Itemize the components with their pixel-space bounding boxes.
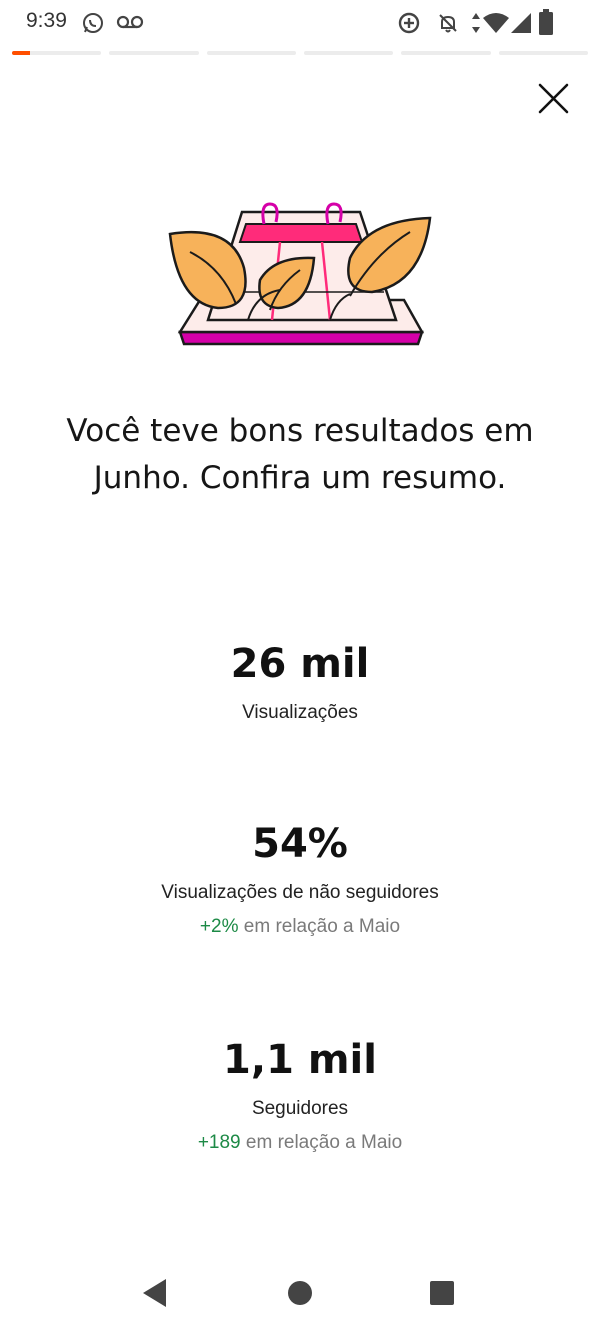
progress-segment [12,51,102,55]
stat-views: 26 mil Visualizações [0,640,600,724]
stat-label: Seguidores [251,1098,349,1119]
signal-icon [510,12,532,38]
recents-icon [430,1281,454,1305]
story-progress-bar [12,51,588,55]
data-arrows-icon [470,11,482,39]
stat-value: 54% [252,821,348,867]
notifications-off-icon [436,11,460,39]
stat-delta: +2% [199,916,239,937]
stat-label: Visualizações [242,702,358,723]
home-button[interactable] [287,1280,313,1306]
recents-button[interactable] [429,1280,455,1306]
close-button[interactable] [532,78,574,120]
summary-headline: Você teve bons resultados em Junho. Conf… [66,413,534,496]
stat-value: 1,1 mil [223,1037,377,1083]
progress-segment [109,51,199,55]
stat-delta: +189 [197,1132,241,1153]
status-time: 9:39 [26,9,67,32]
wifi-icon [482,12,510,38]
stat-change: +2% em relação a Maio [0,916,600,938]
stat-comparison: em relação a Maio [243,916,401,937]
battery-icon [539,9,553,39]
progress-segment [206,51,296,55]
status-bar: 9:39 [0,0,600,44]
calendar-leaves-illustration [160,196,440,356]
back-icon [143,1279,166,1307]
progress-segment-fill [12,51,30,55]
progress-segment [498,51,588,55]
stat-value: 26 mil [230,641,370,687]
stat-non-follower-views: 54% Visualizações de não seguidores +2% … [0,820,600,938]
stat-comparison: em relação a Maio [245,1132,403,1153]
stat-followers: 1,1 mil Seguidores +189 em relação a Mai… [0,1036,600,1154]
progress-segment [401,51,491,55]
progress-segment [303,51,394,55]
home-icon [288,1281,312,1305]
whatsapp-icon [81,11,105,39]
voicemail-icon [116,13,144,35]
back-button[interactable] [140,1276,170,1310]
stat-label: Visualizações de não seguidores [161,882,439,903]
data-saver-icon [397,11,421,39]
navigation-bar [0,1260,600,1333]
stat-change: +189 em relação a Maio [0,1132,600,1154]
close-icon [538,83,569,114]
